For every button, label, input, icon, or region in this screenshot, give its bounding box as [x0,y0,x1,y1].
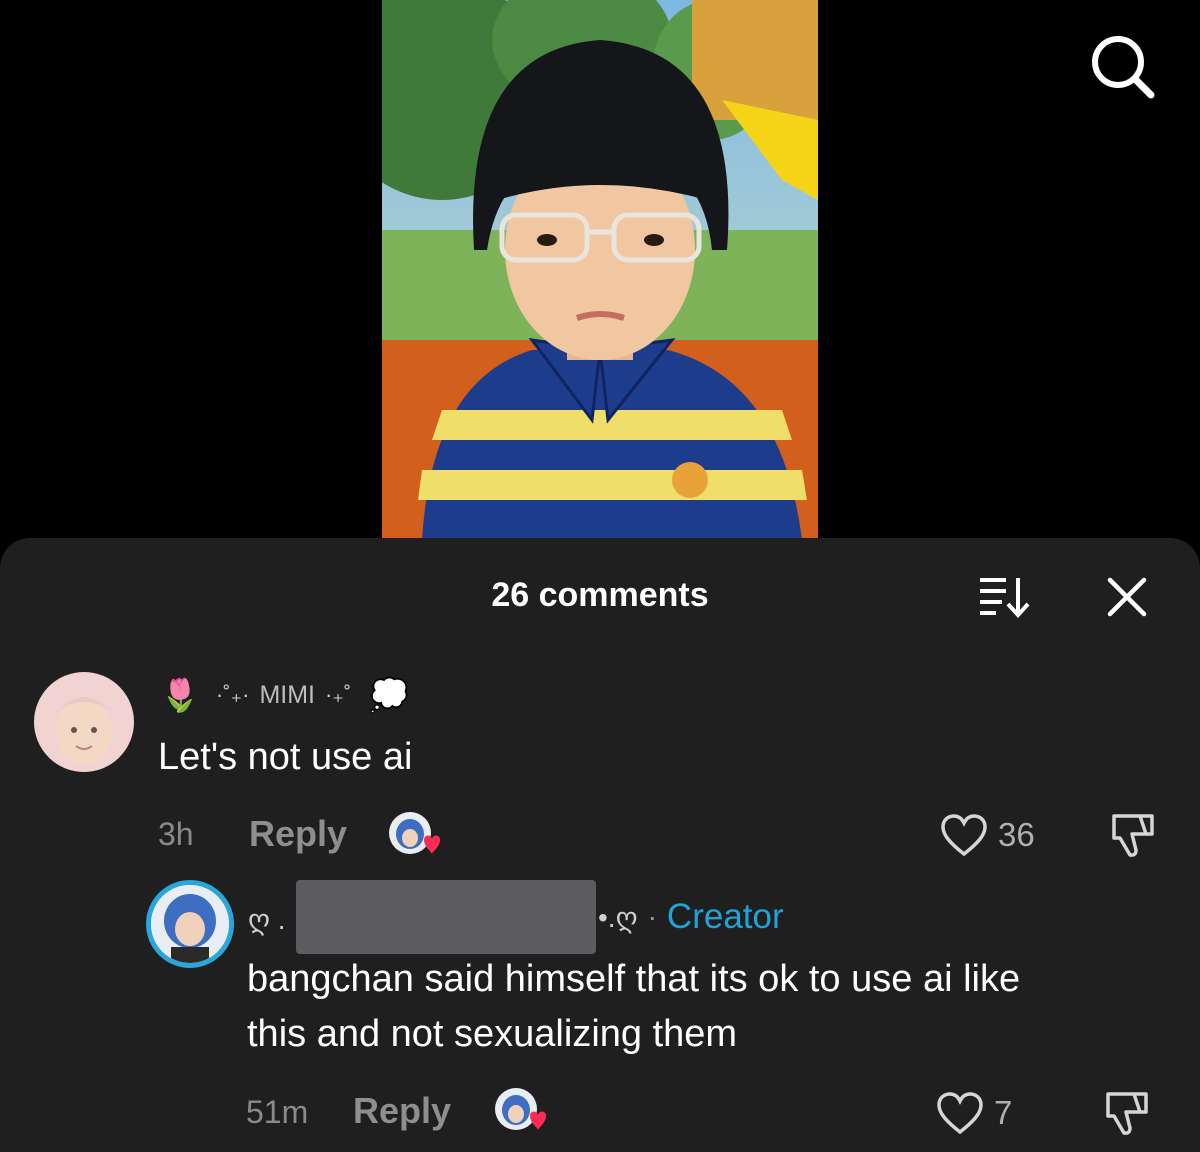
like-button[interactable]: 36 [940,810,1035,860]
creator-name-suffix-row: •.ღ · Creator [598,892,784,942]
reply-text-line-1: bangchan said himself that its ok to use… [247,958,1021,1000]
liked-by-creator-badge[interactable] [494,1086,550,1136]
liked-by-creator-badge[interactable] [388,810,444,860]
comment-text: Let's not use ai [158,736,413,778]
video-thumbnail[interactable] [382,0,818,540]
creator-author-row[interactable]: ღ . [248,894,286,944]
reply-text-line-2: this and not sexualizing them [247,1013,738,1055]
commenter-avatar[interactable] [34,672,134,772]
avatar-image [151,885,229,963]
sort-icon [980,578,1030,618]
reply-button[interactable]: Reply [353,1090,451,1132]
reply-button[interactable]: Reply [249,813,347,855]
search-button[interactable] [1088,32,1156,100]
name-separator: · [647,901,657,932]
creator-name-suffix: •.ღ [598,901,638,933]
thought-bubble-emoji: 💭 [369,677,410,713]
like-count: 36 [998,816,1035,853]
creator-liked-icon [389,812,440,854]
thumbs-down-icon [1112,814,1154,857]
reply-timestamp: 51m [246,1094,309,1130]
tulip-emoji: 🌷 [160,677,200,713]
creator-badge: Creator [666,897,784,936]
like-button[interactable]: 7 [936,1088,1012,1138]
sort-button[interactable] [976,574,1032,618]
close-button[interactable] [1104,574,1150,620]
like-count: 7 [994,1094,1013,1131]
dislike-button[interactable] [1106,810,1158,860]
search-icon [1092,36,1155,99]
comment-timestamp: 3h [158,816,194,852]
creator-liked-icon [495,1088,546,1130]
comment-author-row[interactable]: 🌷 ·˚₊· MIMI ·₊˚ 💭 [160,670,409,720]
heart-outline-icon [941,814,987,857]
child-portrait-image [382,0,818,540]
thumbs-down-icon [1106,1092,1148,1135]
avatar-image [34,672,134,772]
close-icon [1107,577,1147,617]
dislike-button[interactable] [1100,1088,1152,1138]
comments-sheet: 26 comments 🌷 ·˚₊· MIMI ·₊˚ 💭 Let's not … [0,538,1200,1152]
username-decoration-right: ·₊˚ [324,682,352,707]
username-decoration-left: ·˚₊· [215,682,250,707]
creator-avatar[interactable] [146,880,234,968]
heart-outline-icon [937,1092,983,1135]
video-area [0,0,1200,560]
comment-username: MIMI [259,680,315,709]
creator-name-prefix: ღ . [248,903,286,935]
redacted-username [296,880,596,954]
